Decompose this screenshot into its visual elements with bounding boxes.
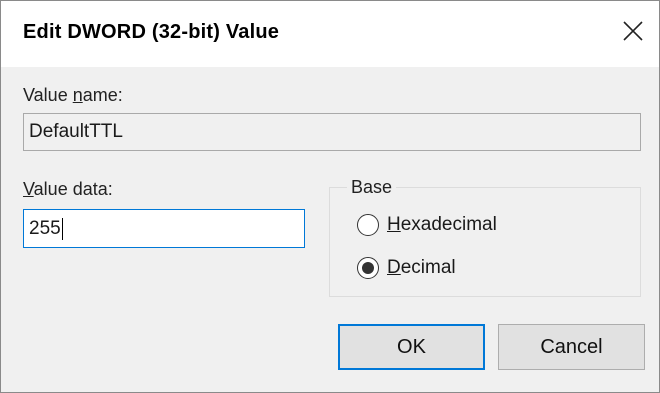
text-caret (61, 217, 63, 240)
value-name-text: DefaultTTL (29, 121, 123, 142)
radio-hexadecimal-circle[interactable] (357, 214, 379, 236)
close-icon[interactable] (615, 13, 651, 49)
base-groupbox (329, 187, 641, 297)
radio-hexadecimal-label: Hexadecimal (387, 214, 497, 235)
title-bar: Edit DWORD (32-bit) Value (1, 1, 659, 67)
radio-decimal[interactable]: Decimal (357, 257, 456, 279)
value-name-label-suffix: ame: (82, 85, 123, 105)
value-data-input[interactable]: 255 (23, 209, 305, 248)
radio-decimal-label: Decimal (387, 257, 456, 278)
value-data-label: Value data: (23, 179, 113, 200)
value-data-text: 255 (29, 217, 61, 239)
base-group-title: Base (347, 177, 397, 198)
radio-selected-dot (362, 262, 374, 274)
value-name-label-accesskey: n (72, 85, 83, 105)
value-name-label: Value name: (23, 85, 123, 106)
cancel-button[interactable]: Cancel (498, 324, 645, 370)
ok-button[interactable]: OK (338, 324, 485, 370)
dialog-title: Edit DWORD (32-bit) Value (23, 21, 280, 43)
value-data-label-accesskey: V (23, 179, 34, 199)
radio-decimal-circle[interactable] (357, 257, 379, 279)
value-data-label-suffix: alue data: (33, 179, 113, 199)
value-name-field[interactable]: DefaultTTL (23, 113, 641, 151)
edit-dword-dialog: Edit DWORD (32-bit) Value Value name: De… (0, 0, 660, 393)
radio-hexadecimal[interactable]: Hexadecimal (357, 214, 497, 236)
value-name-label-prefix: Value (23, 85, 73, 105)
